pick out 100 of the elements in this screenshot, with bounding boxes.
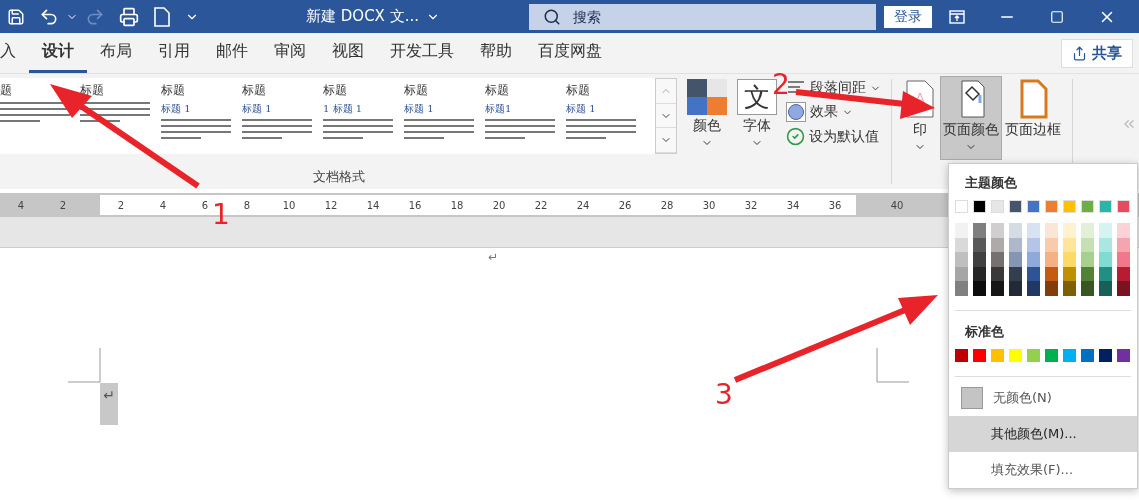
color-swatch[interactable] [1045,200,1058,213]
menu-item[interactable]: 填充效果(F)... [949,452,1137,489]
color-swatch[interactable] [955,281,968,296]
color-swatch[interactable] [1063,348,1076,362]
color-swatch[interactable] [991,200,1004,213]
ruler-number: 22 [533,199,549,211]
ruler-number: 36 [827,199,843,211]
ruler-number: 20 [491,199,507,211]
ruler-number: 18 [449,199,465,211]
button-label: 字体 [743,117,771,135]
color-scheme-icon [687,79,727,115]
ruler-number: 26 [617,199,633,211]
section-title: 标准色 [965,322,1005,341]
login-button[interactable]: 登录 [883,5,932,28]
window-title: 新建 DOCX 文... [306,7,419,26]
color-swatch[interactable] [1099,348,1112,362]
color-swatch[interactable] [1117,200,1130,213]
paragraph-mark: ↵ [100,383,118,425]
color-swatch[interactable] [1027,281,1040,296]
color-swatch[interactable] [1045,281,1058,296]
color-swatch[interactable] [1099,252,1112,267]
color-swatch[interactable] [1081,348,1094,362]
color-swatch[interactable] [1045,348,1058,362]
color-swatch[interactable] [1009,281,1022,296]
set-default-button[interactable]: 设为默认值 [784,126,883,147]
ribbon-tab[interactable]: 帮助 [467,33,525,73]
search-field[interactable]: 搜索 [570,7,775,26]
search-bar[interactable]: 搜索 [528,3,876,30]
colors-button[interactable]: 颜色 [684,76,730,160]
color-swatch[interactable] [1045,223,1058,238]
color-swatch[interactable] [1099,200,1112,213]
color-swatch[interactable] [1045,252,1058,267]
color-swatch[interactable] [991,281,1004,296]
effects-button[interactable]: 效果 [784,101,883,123]
ribbon-tab[interactable]: 视图 [319,33,377,73]
color-swatch[interactable] [1117,348,1130,362]
circle-icon [786,102,806,122]
share-button[interactable]: 共享 [1061,38,1133,68]
color-swatch[interactable] [973,252,986,267]
ruler-number: 28 [659,199,675,211]
ruler-number: 4 [16,199,26,211]
ruler-number: 6 [200,199,210,211]
color-swatch[interactable] [1009,223,1022,238]
color-swatch[interactable] [991,348,1004,362]
color-swatch[interactable] [955,223,968,238]
color-swatch[interactable] [1009,200,1022,213]
color-swatch[interactable] [1063,223,1076,238]
color-swatch[interactable] [1081,223,1094,238]
group-label: 文档格式 [313,168,365,186]
page-button[interactable]: 页面边框 [1002,76,1064,160]
color-swatch[interactable] [1099,281,1112,296]
style-heading: 标题 [323,82,348,99]
color-swatch[interactable] [1063,281,1076,296]
style-heading: 题 [0,82,13,99]
ruler-number: 40 [889,199,905,211]
empty-swatch-icon [961,387,983,410]
color-swatch[interactable] [991,252,1004,267]
color-swatch[interactable] [973,348,986,362]
color-swatch[interactable] [1117,281,1130,296]
color-swatch[interactable] [955,200,968,213]
color-swatch[interactable] [1117,252,1130,267]
style-subheading: 标题 1 [404,102,435,116]
section-title: 主题颜色 [965,174,1018,192]
style-subheading: 1 标题 1 [323,102,364,116]
ribbon-tab[interactable]: 百度网盘 [525,33,615,73]
page-button[interactable]: 页面颜色 [940,76,1002,160]
ribbon-tab[interactable]: 邮件 [203,33,261,73]
style-subheading: 标题 1 [242,102,273,116]
ribbon-tab[interactable]: 引用 [145,33,203,73]
color-swatch[interactable] [1009,348,1022,362]
color-swatch[interactable] [955,348,968,362]
color-swatch[interactable] [973,200,986,213]
ribbon-tab[interactable]: 入 [0,33,29,73]
ribbon-tab[interactable]: 布局 [87,33,145,73]
color-swatch[interactable] [1063,252,1076,267]
ribbon-tab[interactable]: 审阅 [261,33,319,73]
ruler-number: 2 [58,199,68,211]
color-swatch[interactable] [955,252,968,267]
ribbon-tab[interactable]: 开发工具 [377,33,467,73]
color-swatch[interactable] [1117,223,1130,238]
color-swatch[interactable] [973,223,986,238]
color-swatch[interactable] [991,223,1004,238]
color-swatch[interactable] [1027,252,1040,267]
ruler-number: 12 [323,199,339,211]
color-swatch[interactable] [1081,200,1094,213]
check-circle-icon [786,127,805,146]
ruler-number: 10 [281,199,297,211]
color-swatch[interactable] [1099,223,1112,238]
color-swatch[interactable] [1009,252,1022,267]
color-swatch[interactable] [1081,252,1094,267]
color-swatch[interactable] [1027,223,1040,238]
color-swatch[interactable] [1027,200,1040,213]
menu-item[interactable]: 无颜色(N) [949,380,1137,417]
color-swatch[interactable] [1063,200,1076,213]
search-icon[interactable] [542,7,561,26]
style-subheading: 标题 1 [161,102,192,116]
color-swatch[interactable] [1081,281,1094,296]
menu-item[interactable]: 其他颜色(M)... [949,416,1137,453]
color-swatch[interactable] [1027,348,1040,362]
color-swatch[interactable] [973,281,986,296]
